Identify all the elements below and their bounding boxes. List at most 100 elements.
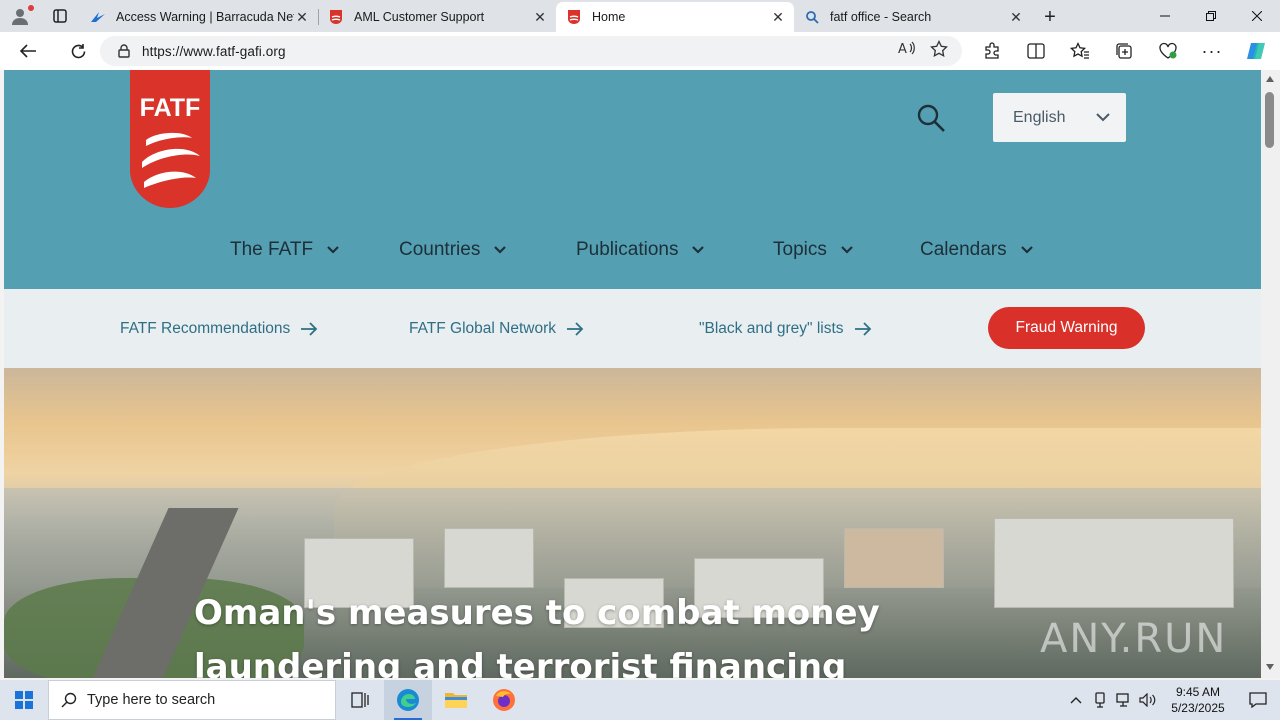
nav-publications[interactable]: Publications [576,232,705,268]
link-black-grey-lists[interactable]: "Black and grey" lists [699,289,872,368]
toolbar-right-icons: ··· [970,32,1278,70]
speaker-icon [1139,693,1156,707]
windows-logo-icon [15,691,33,709]
extensions-button[interactable] [970,32,1014,70]
network-icon [1116,693,1129,707]
chevron-down-icon [692,246,705,254]
heart-pulse-icon [1159,42,1177,59]
favorite-star-icon[interactable] [930,39,948,63]
tab-title: Access Warning | Barracuda Netw [116,10,294,24]
tray-network[interactable] [1112,680,1136,720]
read-aloud-icon[interactable]: A [898,40,916,63]
url-text: https://www.fatf-gafi.org [142,44,286,59]
split-screen-button[interactable] [1014,32,1058,70]
nav-label: Publications [576,239,679,260]
usb-device-icon [1095,692,1105,708]
search-placeholder: Type here to search [87,692,216,708]
link-fatf-global-network[interactable]: FATF Global Network [409,289,584,368]
arrow-right-icon [854,321,872,336]
browser-toolbar: https://www.fatf-gafi.org A ··· [0,32,1280,70]
nav-label: Countries [399,239,481,260]
puzzle-icon [985,42,999,59]
main-navigation: The FATF Countries Publications Topics C… [4,232,1261,268]
tab-title: Home [592,10,626,24]
new-tab-button[interactable]: + [1032,2,1068,32]
taskbar-search[interactable]: Type here to search [48,680,336,720]
nav-calendars[interactable]: Calendars [920,232,1033,268]
scroll-thumb[interactable] [1265,92,1274,148]
collections-button[interactable] [1102,32,1146,70]
firefox-icon [493,689,515,711]
tab-close-icon[interactable]: ✕ [532,9,548,25]
link-label: FATF Global Network [409,319,557,337]
tab-search[interactable]: fatf office - Search ✕ [794,2,1032,32]
url-host: www.fatf-gafi.org [183,43,286,59]
nav-label: The FATF [230,239,314,260]
quick-links-bar: FATF Recommendations FATF Global Network… [4,289,1261,368]
tab-barracuda[interactable]: Access Warning | Barracuda Netw ✕ [80,2,318,32]
notification-center-button[interactable] [1236,680,1280,720]
hero-title[interactable]: Oman's measures to combat money launderi… [194,586,1094,678]
browser-essentials-button[interactable] [1146,32,1190,70]
nav-the-fatf[interactable]: The FATF [230,232,339,268]
settings-more-button[interactable]: ··· [1190,32,1234,70]
scroll-down-arrow-icon[interactable] [1266,664,1274,670]
anyrun-watermark: ANY.RUN [1040,616,1228,662]
tab-home[interactable]: Home ✕ [556,2,794,32]
nav-label: Calendars [920,239,1007,260]
search-icon [804,9,820,25]
minimize-button[interactable] [1142,0,1188,32]
tray-overflow-button[interactable] [1064,680,1088,720]
copilot-button[interactable] [1234,32,1278,70]
taskbar-firefox[interactable] [480,680,528,720]
refresh-button[interactable] [56,32,100,70]
clock-time: 9:45 AM [1175,685,1221,699]
tray-device[interactable] [1088,680,1112,720]
taskbar-file-explorer[interactable] [432,680,480,720]
window-controls [1142,0,1280,32]
chevron-down-icon [1096,110,1110,128]
tab-title: fatf office - Search [830,10,932,24]
fatf-shield-icon [328,9,344,25]
profile-button[interactable] [0,0,40,32]
chevron-down-icon [494,246,507,254]
close-window-button[interactable] [1234,0,1280,32]
site-search-button[interactable] [916,103,946,138]
language-select[interactable]: English [993,93,1126,142]
language-selected: English [1013,108,1066,126]
tab-actions-button[interactable] [40,0,80,32]
tab-close-icon[interactable]: ✕ [1008,9,1024,25]
page-scrollbar[interactable] [1261,70,1280,678]
nav-topics[interactable]: Topics [773,232,853,268]
start-button[interactable] [0,680,48,720]
favorites-button[interactable] [1058,32,1102,70]
minimize-icon [1160,15,1170,17]
favorites-icon [1070,42,1089,59]
hero-banner[interactable]: Oman's measures to combat money launderi… [4,368,1261,678]
chevron-up-icon [1070,697,1082,704]
tray-volume[interactable] [1136,680,1160,720]
taskbar-clock[interactable]: 9:45 AM 5/23/2025 [1160,684,1236,716]
fatf-logo[interactable]: FATF [130,70,210,208]
clock-date: 5/23/2025 [1171,701,1225,715]
scroll-up-arrow-icon[interactable] [1266,76,1274,82]
tab-close-icon[interactable]: ✕ [294,9,310,25]
restore-button[interactable] [1188,0,1234,32]
svg-text:A: A [898,42,907,56]
copilot-icon [1247,43,1265,59]
search-icon [917,104,945,132]
link-fatf-recommendations[interactable]: FATF Recommendations [120,289,318,368]
link-label: "Black and grey" lists [699,319,844,337]
notification-dot [28,5,34,11]
folder-icon [445,693,467,708]
tab-close-icon[interactable]: ✕ [770,9,786,25]
hero-building [444,528,534,588]
chevron-down-icon [327,246,339,254]
task-view-button[interactable] [336,680,384,720]
taskbar-edge[interactable] [384,680,432,720]
address-bar[interactable]: https://www.fatf-gafi.org A [100,36,962,66]
back-button[interactable] [0,32,56,70]
tab-aml-support[interactable]: AML Customer Support ✕ [318,2,556,32]
fraud-warning-button[interactable]: Fraud Warning [988,307,1145,349]
nav-countries[interactable]: Countries [399,232,507,268]
